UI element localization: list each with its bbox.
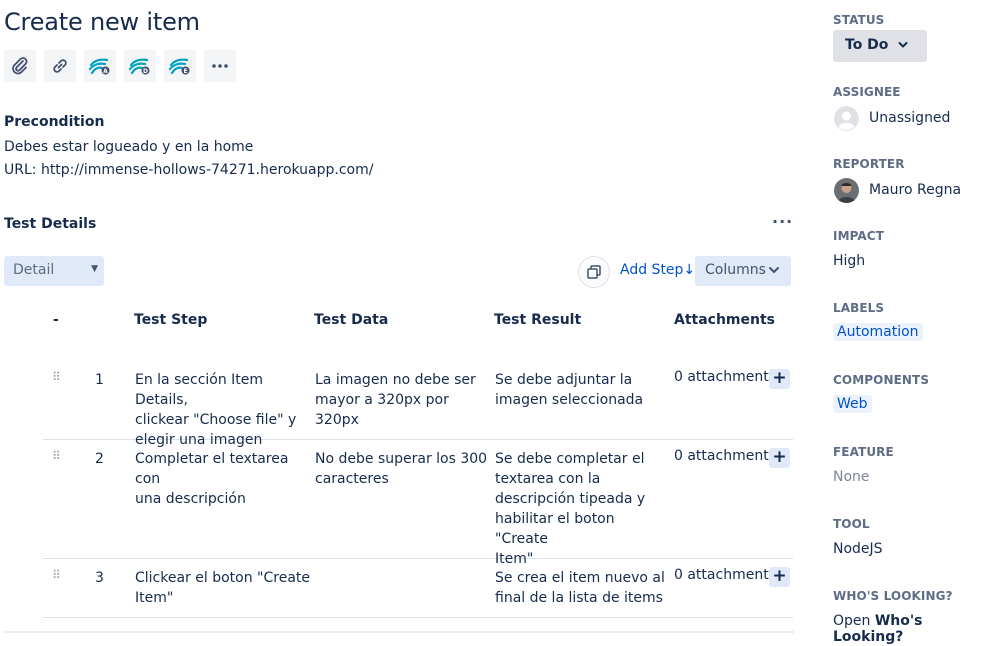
reporter-value[interactable]: Mauro Regna (869, 182, 961, 198)
view-select-value: Detail (13, 262, 55, 278)
precondition-heading: Precondition (4, 114, 105, 130)
caret-down-icon: ▼ (91, 264, 98, 274)
labels-label: LABELS (833, 301, 885, 315)
more-actions-button[interactable] (204, 50, 236, 82)
column-header-data: Test Data (314, 312, 389, 328)
columns-button[interactable]: Columns (695, 256, 791, 286)
add-attachment-button[interactable]: + (769, 369, 790, 389)
precondition-text: Debes estar logueado y en la home (4, 139, 254, 155)
test-details-more-button[interactable]: ··· (772, 212, 793, 231)
step-data[interactable] (315, 568, 490, 608)
test-details-heading: Test Details (4, 216, 97, 232)
component-tag[interactable]: Web (833, 395, 872, 413)
feature-value[interactable]: None (833, 469, 870, 485)
add-attachment-button[interactable]: + (769, 448, 790, 468)
plus-icon: + (772, 447, 787, 467)
plus-icon: + (772, 368, 787, 388)
table-row[interactable]: ⠿ 1 En la sección Item Details, clickear… (43, 355, 793, 448)
xray-a-button[interactable]: A (84, 50, 116, 82)
precondition-url: URL: http://immense-hollows-74271.heroku… (4, 162, 374, 178)
whos-looking-label: WHO'S LOOKING? (833, 589, 953, 603)
status-label: STATUS (833, 13, 885, 27)
add-step-link[interactable]: Add Step↓ (620, 262, 695, 278)
step-data[interactable]: La imagen no debe ser mayor a 320px por … (315, 370, 490, 430)
view-select[interactable]: Detail ▼ (4, 256, 104, 286)
column-header-attachments: Attachments (674, 312, 776, 328)
svg-text:D: D (143, 68, 148, 75)
step-number: 2 (95, 451, 104, 467)
xray-d-button[interactable]: D (124, 50, 156, 82)
reporter-label: REPORTER (833, 157, 905, 171)
feature-label: FEATURE (833, 445, 894, 459)
paperclip-icon (12, 57, 28, 75)
attach-button[interactable] (4, 50, 36, 82)
columns-label: Columns (705, 262, 766, 278)
svg-text:E: E (183, 68, 187, 75)
step-number: 1 (95, 372, 104, 388)
copy-icon (587, 265, 601, 279)
link-icon (53, 59, 67, 73)
column-header-order[interactable]: - (53, 312, 59, 328)
tool-label: TOOL (833, 517, 870, 531)
table-row[interactable]: ⠿ 3 Clickear el boton "Create Item" Se c… (43, 559, 793, 618)
status-value: To Do (845, 37, 889, 53)
xray-a-icon: A (88, 58, 110, 75)
step-result[interactable]: Se debe adjuntar la imagen seleccionada (495, 370, 670, 410)
attachments-count: 0 attachments (674, 369, 776, 385)
link-issue-button[interactable] (44, 50, 76, 82)
assignee-value[interactable]: Unassigned (869, 110, 950, 126)
more-icon (212, 64, 228, 68)
xray-e-icon: E (168, 58, 190, 75)
drag-handle-icon[interactable]: ⠿ (52, 568, 61, 582)
page-title: Create new item (4, 8, 200, 36)
add-attachment-button[interactable]: + (769, 567, 790, 587)
impact-label: IMPACT (833, 229, 884, 243)
whos-looking-prefix: Open (833, 613, 871, 629)
xray-d-icon: D (128, 58, 150, 75)
assignee-label: ASSIGNEE (833, 85, 901, 99)
drag-handle-icon[interactable]: ⠿ (52, 449, 61, 463)
xray-e-button[interactable]: E (164, 50, 196, 82)
plus-icon: + (772, 566, 787, 586)
whos-looking-row: Open Who's Looking? (833, 613, 990, 645)
chevron-down-icon (898, 42, 908, 48)
label-tag[interactable]: Automation (833, 323, 923, 341)
components-label: COMPONENTS (833, 373, 930, 387)
step-result[interactable]: Se debe completar el textarea con la des… (495, 449, 670, 569)
copy-steps-button[interactable] (578, 256, 610, 288)
step-text[interactable]: Clickear el boton "Create Item" (135, 568, 310, 608)
step-text[interactable]: En la sección Item Details, clickear "Ch… (135, 370, 310, 450)
column-header-step: Test Step (134, 312, 208, 328)
impact-value[interactable]: High (833, 253, 865, 269)
step-data[interactable]: No debe superar los 300 caracteres (315, 449, 490, 489)
divider (4, 631, 794, 633)
attachments-count: 0 attachments (674, 448, 776, 464)
step-number: 3 (95, 570, 104, 586)
column-header-result: Test Result (494, 312, 582, 328)
unassigned-avatar-icon (834, 106, 859, 131)
status-dropdown[interactable]: To Do (833, 30, 927, 62)
svg-text:A: A (103, 68, 108, 75)
drag-handle-icon[interactable]: ⠿ (52, 370, 61, 384)
issue-toolbar: A D E (4, 50, 236, 82)
attachments-count: 0 attachments (674, 567, 776, 583)
tool-value[interactable]: NodeJS (833, 541, 883, 557)
reporter-avatar (834, 178, 859, 203)
chevron-down-icon (769, 267, 779, 274)
step-result[interactable]: Se crea el item nuevo al final de la lis… (495, 568, 670, 608)
table-row[interactable]: ⠿ 2 Completar el textarea con una descri… (43, 440, 793, 567)
step-text[interactable]: Completar el textarea con una descripció… (135, 449, 310, 509)
